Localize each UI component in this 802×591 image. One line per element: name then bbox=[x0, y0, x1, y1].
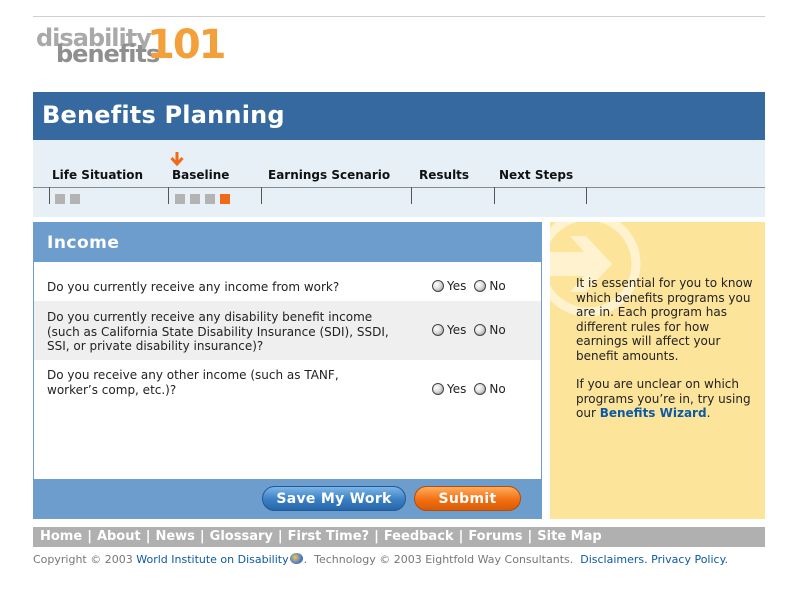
step-divider bbox=[494, 187, 495, 204]
radio-yes[interactable] bbox=[432, 324, 444, 336]
radio-yes-label: Yes bbox=[447, 279, 467, 293]
progress-steps: Life Situation Baseline Earnings Scenari… bbox=[33, 140, 765, 217]
info-paragraph: If you are unclear on which programs you… bbox=[576, 377, 758, 421]
radio-no[interactable] bbox=[474, 280, 487, 292]
yes-no-group: Yes No bbox=[432, 279, 506, 293]
bottom-nav: Home | About | News | Glossary | First Time? | Fee… bbox=[33, 527, 765, 547]
save-my-work-button[interactable]: Save My Work bbox=[262, 486, 406, 511]
step-divider bbox=[261, 187, 262, 204]
question-text: Do you receive any other income (such as… bbox=[47, 368, 339, 397]
nav-forums[interactable]: Forums bbox=[468, 529, 522, 544]
radio-no-label: No bbox=[489, 323, 506, 337]
yes-no-group: Yes No bbox=[432, 323, 506, 337]
top-divider bbox=[33, 16, 765, 17]
info-text: It is essential for you to know which be… bbox=[576, 276, 758, 435]
info-paragraph: It is essential for you to know which be… bbox=[576, 276, 753, 363]
question-row: Do you currently receive any income from… bbox=[34, 262, 541, 301]
income-form: Income Do you currently receive any inco… bbox=[33, 222, 542, 519]
progress-square-current bbox=[220, 194, 230, 204]
world-institute-link[interactable]: World Institute on Disability bbox=[136, 553, 288, 566]
radio-no[interactable] bbox=[474, 383, 487, 395]
progress-square bbox=[205, 194, 215, 204]
question-row: Do you currently receive any disability … bbox=[34, 301, 541, 360]
nav-first-time[interactable]: First Time? bbox=[288, 529, 369, 544]
step-divider bbox=[168, 187, 169, 204]
nav-separator: | bbox=[527, 529, 533, 544]
title-bar: Benefits Planning bbox=[33, 92, 765, 140]
info-paragraph-end: . bbox=[706, 406, 711, 420]
form-header: Income bbox=[34, 223, 541, 262]
submit-button[interactable]: Submit bbox=[414, 486, 521, 511]
step-life-situation[interactable]: Life Situation bbox=[52, 168, 143, 182]
logo-word-benefits: benefits bbox=[56, 40, 160, 68]
privacy-policy-link[interactable]: Privacy Policy. bbox=[651, 553, 728, 566]
form-footer: Save My Work Submit bbox=[34, 479, 541, 518]
nav-separator: | bbox=[374, 529, 379, 544]
info-sidebar: It is essential for you to know which be… bbox=[550, 222, 765, 519]
down-arrow-icon bbox=[170, 152, 184, 167]
section-title: Income bbox=[47, 233, 120, 253]
step-divider bbox=[411, 187, 412, 204]
nav-separator: | bbox=[87, 529, 92, 544]
nav-separator: | bbox=[199, 529, 205, 544]
question-text: Do you currently receive any disability … bbox=[47, 310, 389, 353]
radio-no[interactable] bbox=[474, 324, 487, 336]
nav-news[interactable]: News bbox=[155, 529, 194, 544]
step-divider bbox=[49, 187, 50, 204]
progress-square bbox=[190, 194, 200, 204]
progress-square bbox=[55, 194, 65, 204]
progress-square bbox=[70, 194, 80, 204]
benefits-wizard-link[interactable]: Benefits Wizard bbox=[600, 406, 707, 420]
logo-number: 101 bbox=[147, 22, 226, 68]
radio-yes-label: Yes bbox=[447, 323, 467, 337]
copyright-line: Copyright © 2003 World Institute on Disa… bbox=[33, 553, 773, 566]
technology-credit: . Technology © 2003 Eightfold Way Consul… bbox=[303, 553, 581, 566]
step-earnings-scenario[interactable]: Earnings Scenario bbox=[268, 168, 390, 182]
radio-yes[interactable] bbox=[432, 383, 444, 395]
step-baseline[interactable]: Baseline bbox=[172, 168, 229, 182]
nav-glossary[interactable]: Glossary bbox=[210, 529, 273, 544]
question-row: Do you receive any other income (such as… bbox=[34, 360, 541, 410]
nav-separator: | bbox=[145, 529, 151, 544]
nav-separator: | bbox=[277, 529, 283, 544]
radio-no-label: No bbox=[489, 382, 506, 396]
nav-about[interactable]: About bbox=[97, 529, 141, 544]
nav-home[interactable]: Home bbox=[40, 529, 82, 544]
site-logo[interactable]: disability benefits 101 bbox=[36, 24, 226, 68]
radio-yes[interactable] bbox=[432, 280, 444, 292]
steps-track-line bbox=[33, 187, 765, 188]
disclaimers-link[interactable]: Disclaimers. bbox=[580, 553, 647, 566]
nav-feedback[interactable]: Feedback bbox=[384, 529, 454, 544]
radio-yes-label: Yes bbox=[447, 382, 467, 396]
radio-no-label: No bbox=[489, 279, 506, 293]
progress-square bbox=[175, 194, 185, 204]
step-next-steps[interactable]: Next Steps bbox=[499, 168, 573, 182]
nav-site-map[interactable]: Site Map bbox=[537, 529, 601, 544]
question-text: Do you currently receive any income from… bbox=[47, 280, 340, 294]
page-title: Benefits Planning bbox=[42, 101, 285, 129]
step-divider bbox=[586, 187, 587, 204]
copyright-text: Copyright © 2003 bbox=[33, 553, 137, 566]
globe-icon bbox=[289, 553, 303, 564]
step-results[interactable]: Results bbox=[419, 168, 469, 182]
yes-no-group: Yes No bbox=[432, 382, 506, 396]
nav-separator: | bbox=[458, 529, 464, 544]
